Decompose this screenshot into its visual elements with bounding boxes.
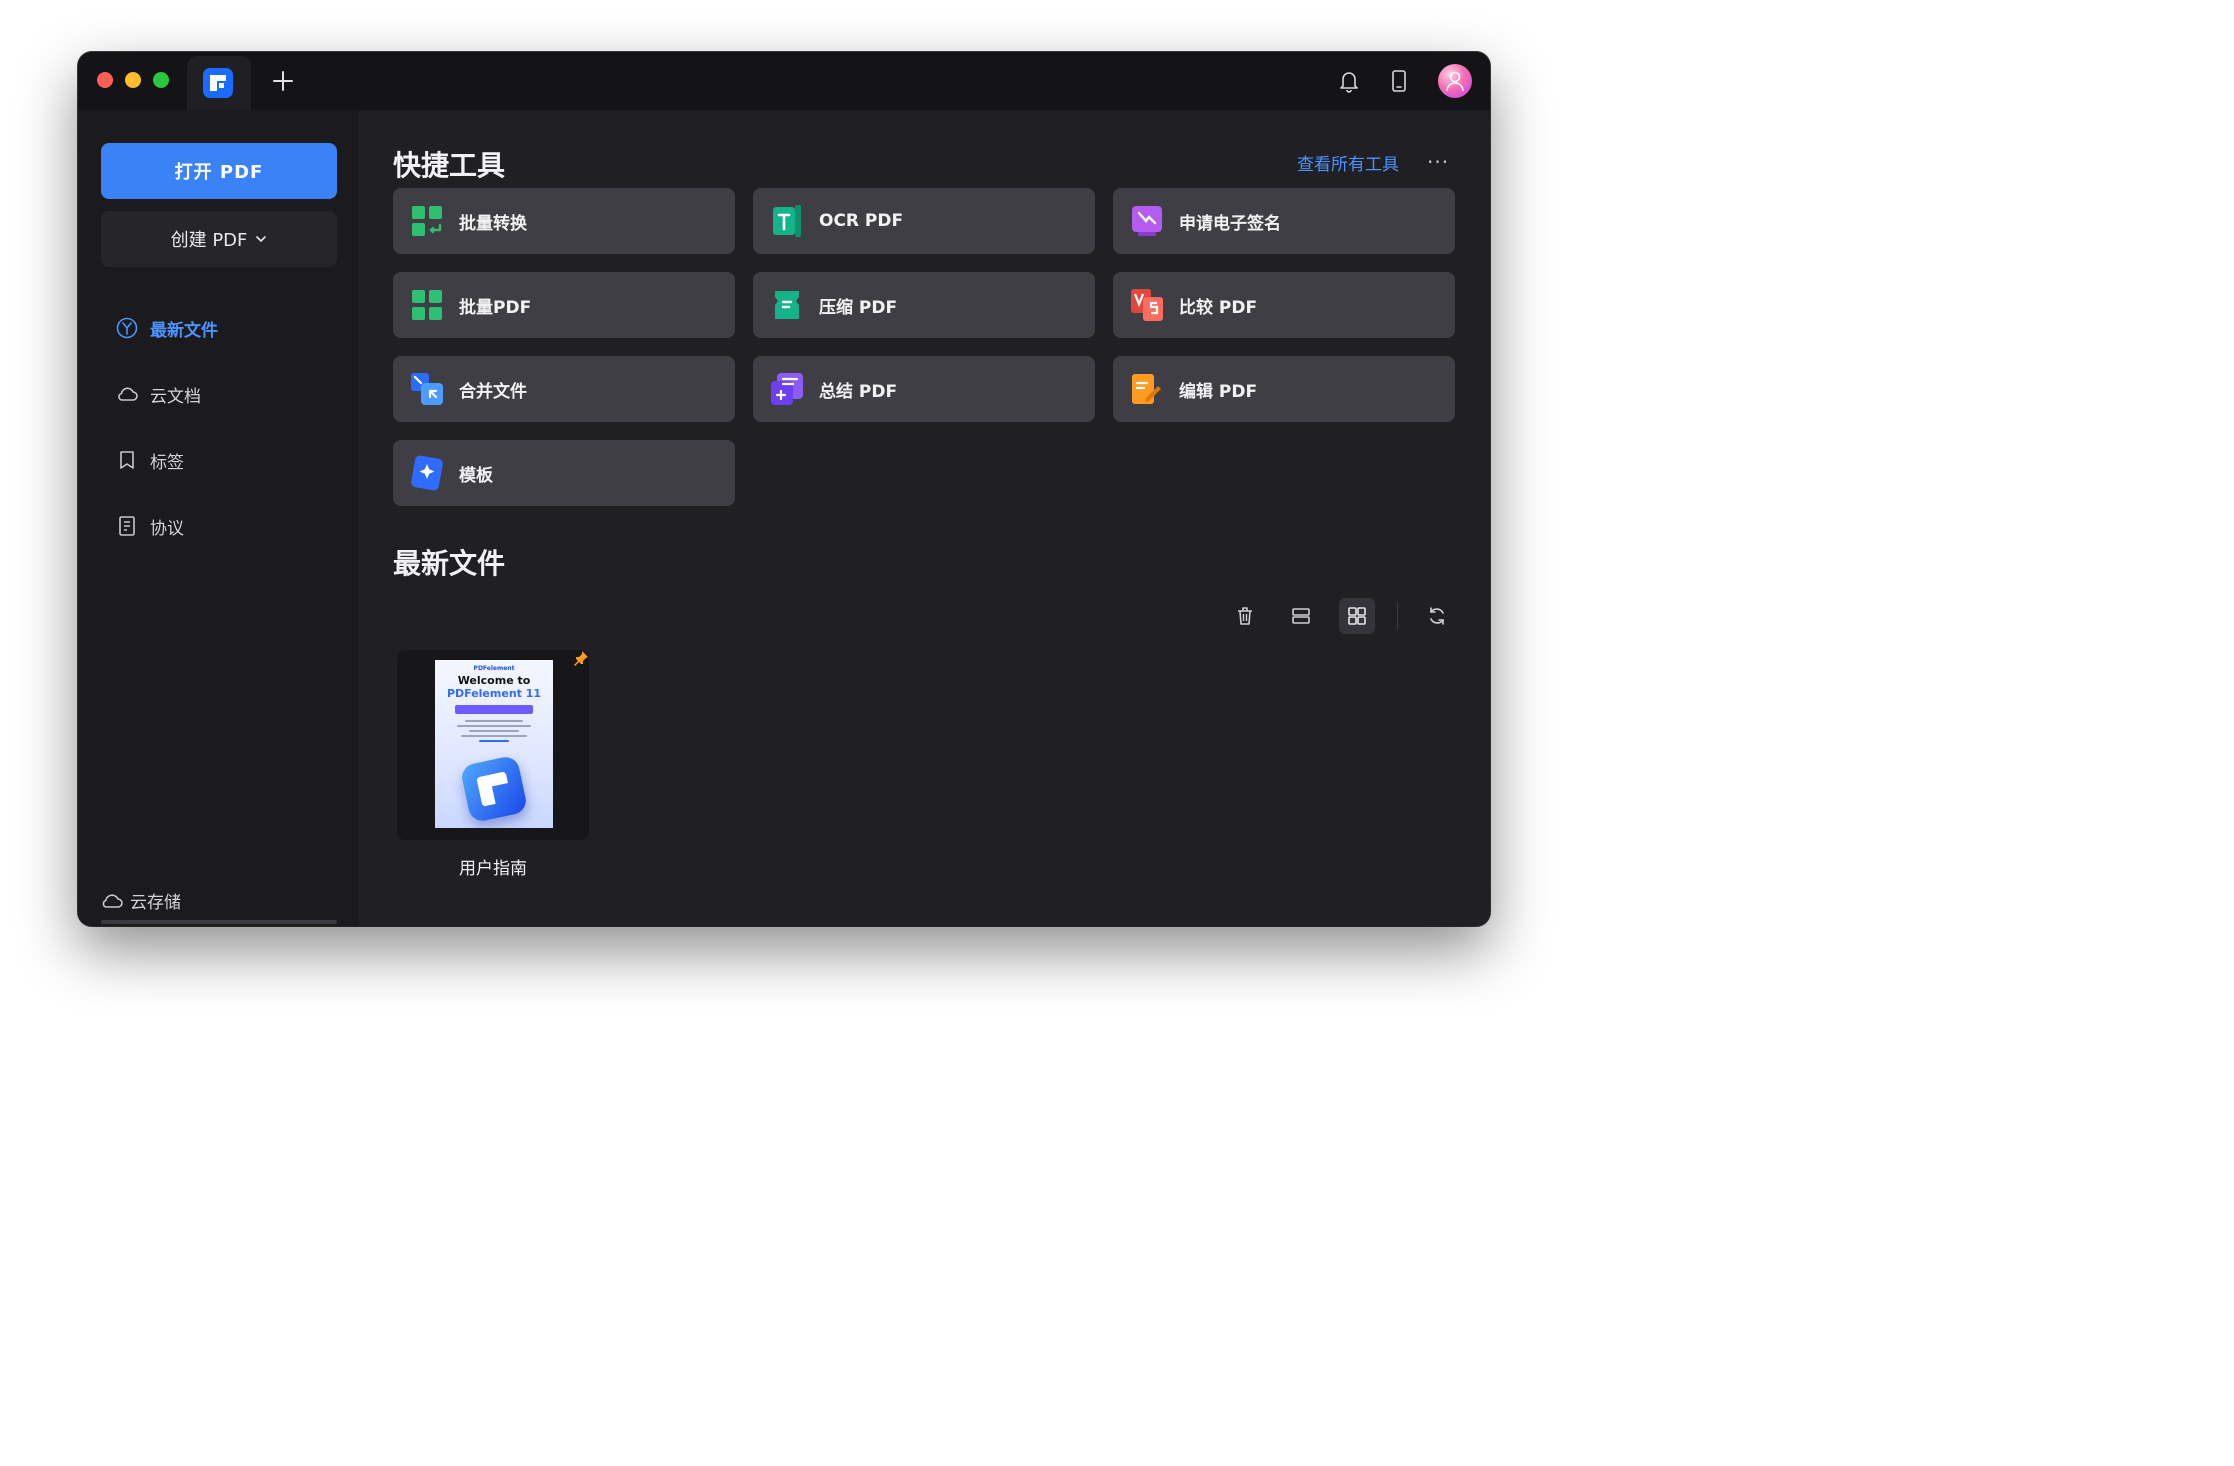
ocr-icon — [769, 203, 805, 239]
tool-label: 合并文件 — [459, 381, 527, 402]
pdfelement-logo-icon — [203, 68, 233, 98]
tool-edit-pdf[interactable]: 编辑 PDF — [1113, 356, 1455, 422]
batch-pdf-icon — [409, 287, 445, 323]
user-avatar[interactable] — [1438, 64, 1472, 98]
cloud-storage-label: 云存储 — [130, 893, 181, 913]
thumb-banner — [455, 705, 533, 714]
quick-tools-title: 快捷工具 — [393, 149, 506, 182]
thumb-link-line — [479, 740, 509, 742]
storage-usage-bar — [101, 920, 337, 924]
bookmark-icon — [120, 451, 134, 469]
minimize-window-button[interactable] — [125, 72, 141, 88]
thumb-text-line — [457, 725, 531, 727]
thumb-subtitle: PDFelement 11 — [446, 687, 542, 700]
recent-files-title: 最新文件 — [393, 547, 506, 580]
sidebar-item-agreements[interactable]: 协议 — [116, 511, 336, 541]
notifications-button[interactable] — [1336, 68, 1362, 94]
edit-icon — [1129, 371, 1165, 407]
tool-merge-files[interactable]: 合并文件 — [393, 356, 735, 422]
compare-icon — [1129, 287, 1165, 323]
sidebar: 打开 PDF 创建 PDF 最新文件 云文档 标签 协议 云存储 — [78, 110, 359, 926]
sidebar-item-tags[interactable]: 标签 — [116, 445, 336, 475]
main-content: 快捷工具 查看所有工具 ··· 批量转换 OCR PDF 申请电子签名 批量PD… — [359, 110, 1490, 926]
recent-icon — [116, 317, 138, 339]
tool-label: 比较 PDF — [1179, 297, 1258, 318]
cloud-storage[interactable]: 云存储 — [100, 888, 181, 913]
tool-label: 编辑 PDF — [1179, 381, 1258, 402]
sidebar-item-recent[interactable]: 最新文件 — [116, 313, 336, 343]
compress-icon — [769, 287, 805, 323]
zoom-window-button[interactable] — [153, 72, 169, 88]
pin-icon[interactable] — [573, 650, 589, 670]
document-icon — [119, 516, 135, 536]
new-tab-button[interactable] — [270, 68, 296, 94]
chevron-down-icon — [256, 236, 267, 243]
file-name[interactable]: 用户指南 — [397, 854, 589, 879]
sidebar-item-label: 协议 — [150, 518, 184, 539]
refresh-button[interactable] — [1419, 598, 1455, 634]
sidebar-item-label: 最新文件 — [150, 320, 218, 341]
tool-label: 批量转换 — [459, 213, 527, 234]
tool-batch-convert[interactable]: 批量转换 — [393, 188, 735, 254]
tool-label: 总结 PDF — [819, 381, 898, 402]
home-tab[interactable] — [187, 56, 251, 110]
thumb-text-line — [469, 730, 519, 732]
thumb-logo-icon — [459, 754, 529, 824]
recent-file-card[interactable]: PDFelement Welcome to PDFelement 11 — [397, 650, 589, 840]
tool-label: OCR PDF — [819, 211, 904, 231]
merge-icon — [409, 371, 445, 407]
batch-convert-icon — [409, 203, 445, 239]
cloud-icon — [118, 387, 138, 401]
title-bar — [78, 52, 1490, 110]
tool-label: 批量PDF — [459, 297, 532, 318]
esign-icon — [1129, 203, 1165, 239]
tool-summarize-pdf[interactable]: 总结 PDF — [753, 356, 1095, 422]
sidebar-item-label: 标签 — [150, 452, 184, 473]
tool-label: 压缩 PDF — [819, 297, 898, 318]
more-options-button[interactable]: ··· — [1427, 150, 1449, 174]
tool-ocr-pdf[interactable]: OCR PDF — [753, 188, 1095, 254]
phone-icon — [1392, 70, 1406, 92]
toolbar-divider — [1397, 602, 1398, 630]
list-view-button[interactable] — [1283, 598, 1319, 634]
thumb-title: Welcome to — [457, 674, 531, 687]
create-pdf-label: 创建 PDF — [170, 230, 248, 251]
bell-icon — [1340, 72, 1358, 93]
refresh-icon — [1430, 607, 1444, 625]
trash-icon — [1238, 607, 1252, 625]
tool-label: 申请电子签名 — [1179, 213, 1281, 234]
template-icon — [409, 455, 445, 491]
file-thumbnail: PDFelement Welcome to PDFelement 11 — [435, 660, 553, 828]
mobile-button[interactable] — [1386, 68, 1412, 94]
view-all-tools-link[interactable]: 查看所有工具 — [1297, 150, 1399, 175]
create-pdf-button[interactable]: 创建 PDF — [101, 211, 337, 267]
sidebar-item-label: 云文档 — [150, 386, 201, 407]
cloud-icon — [102, 893, 123, 908]
grid-view-button[interactable] — [1339, 598, 1375, 634]
app-window: 打开 PDF 创建 PDF 最新文件 云文档 标签 协议 云存储 快捷工具 查看… — [78, 52, 1490, 926]
list-view-icon — [1292, 608, 1310, 624]
tool-label: 模板 — [459, 465, 493, 486]
user-icon — [1446, 71, 1464, 92]
thumb-brand: PDFelement — [473, 665, 515, 672]
open-pdf-button[interactable]: 打开 PDF — [101, 143, 337, 199]
tool-templates[interactable]: 模板 — [393, 440, 735, 506]
close-window-button[interactable] — [97, 72, 113, 88]
tool-compress-pdf[interactable]: 压缩 PDF — [753, 272, 1095, 338]
tool-compare-pdf[interactable]: 比较 PDF — [1113, 272, 1455, 338]
sidebar-item-cloud-docs[interactable]: 云文档 — [116, 379, 336, 409]
summarize-icon — [769, 371, 805, 407]
delete-button[interactable] — [1227, 598, 1263, 634]
plus-icon — [273, 71, 293, 91]
thumb-text-line — [461, 735, 527, 737]
tool-batch-pdf[interactable]: 批量PDF — [393, 272, 735, 338]
thumb-text-line — [465, 720, 523, 722]
tool-esign[interactable]: 申请电子签名 — [1113, 188, 1455, 254]
grid-view-icon — [1348, 607, 1366, 625]
